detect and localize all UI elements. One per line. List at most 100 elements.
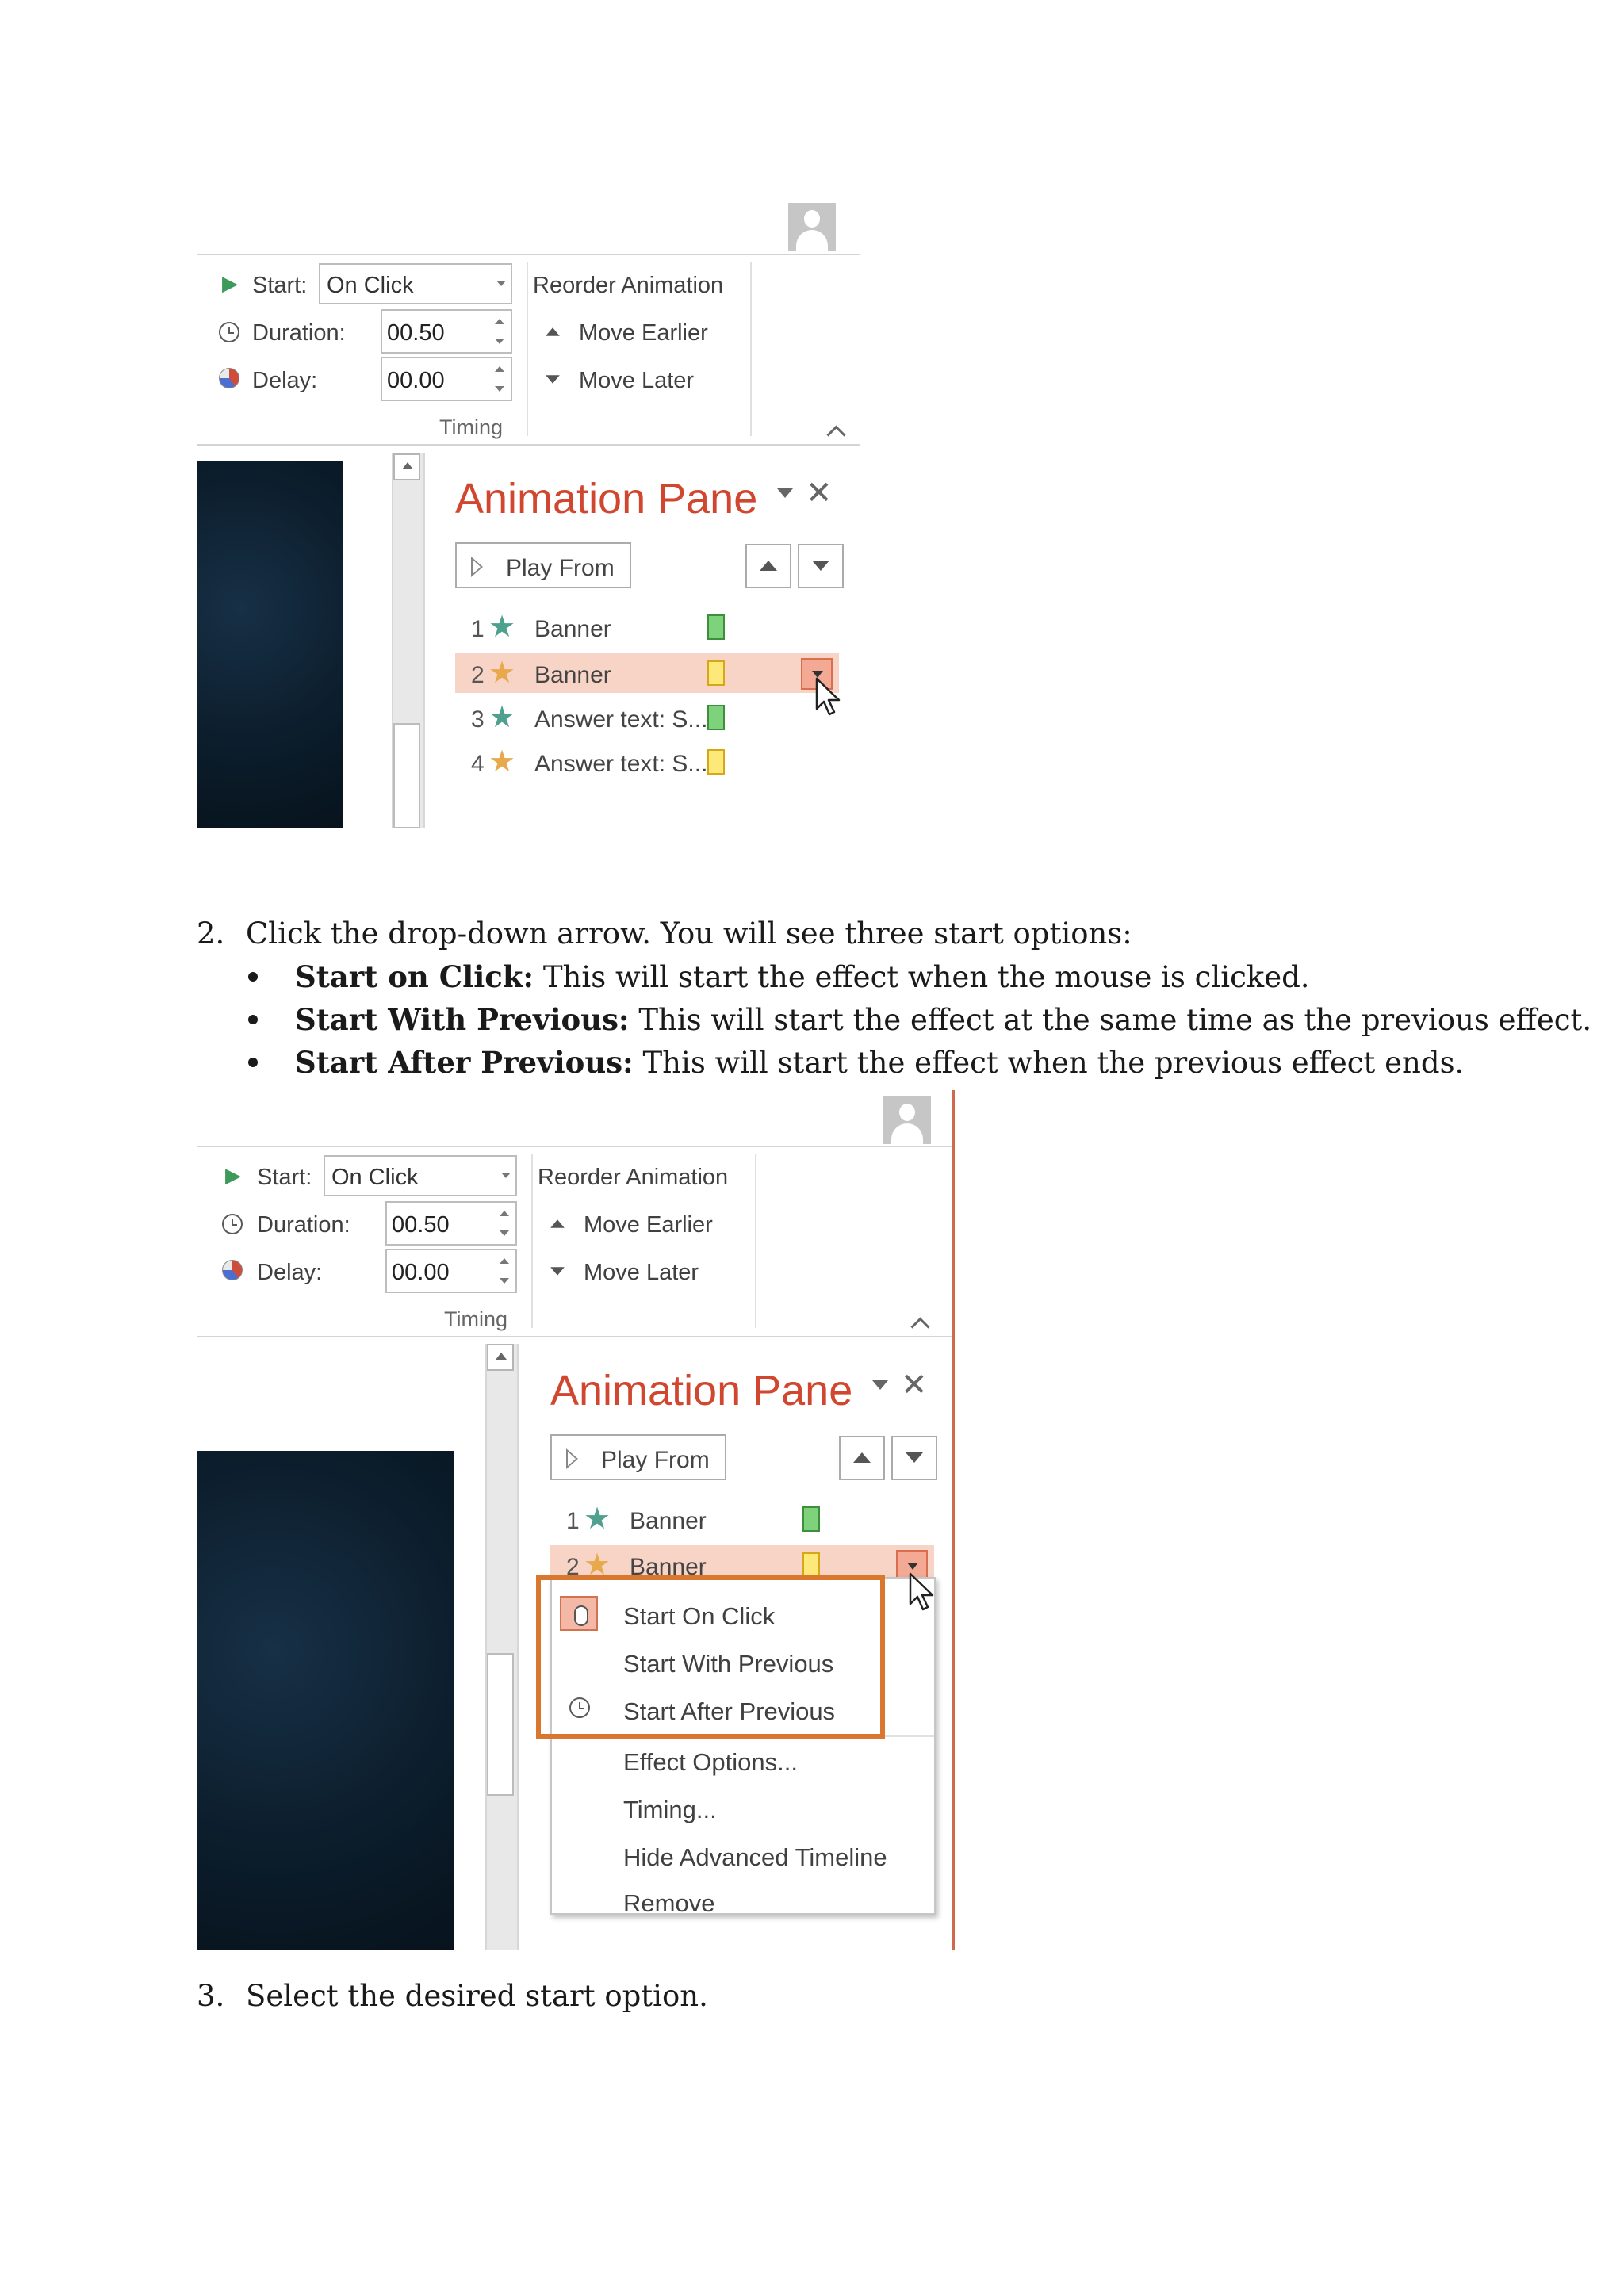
move-up-button[interactable] (745, 544, 791, 588)
move-earlier-button[interactable]: Move Earlier (579, 322, 708, 345)
animation-row[interactable]: 1 ★ Banner (455, 607, 839, 647)
animation-row-selected[interactable]: 2 ★ Banner (455, 653, 839, 693)
spin-up-icon[interactable] (500, 1258, 509, 1264)
move-down-button[interactable] (891, 1436, 937, 1480)
reorder-animation-label: Reorder Animation (538, 1165, 729, 1190)
start-play-icon: ▶ (222, 271, 238, 295)
delay-label: Delay: (257, 1260, 323, 1285)
row-number: 3 (471, 706, 485, 733)
arrow-up-icon (760, 561, 777, 571)
duration-value: 00.50 (392, 1212, 450, 1238)
slide-thumbnail[interactable] (197, 461, 343, 828)
play-from-button[interactable]: Play From (550, 1434, 726, 1480)
pane-options-icon[interactable] (777, 488, 793, 498)
collapse-ribbon-icon[interactable] (910, 1317, 930, 1337)
animation-pane-title: Animation Pane (455, 475, 758, 522)
duration-clock-icon (219, 322, 239, 342)
spin-down-icon[interactable] (500, 1230, 509, 1236)
menu-effect-options[interactable]: Effect Options... (623, 1748, 798, 1777)
duration-spinner[interactable]: 00.50 (385, 1201, 517, 1246)
user-avatar-icon[interactable] (883, 1096, 931, 1147)
bullet-item: Start With Previous: This will start the… (295, 1002, 1591, 1038)
arrow-up-icon (853, 1452, 871, 1463)
move-later-button[interactable]: Move Later (584, 1261, 699, 1284)
star-effect-icon: ★ (488, 701, 516, 734)
delay-spinner[interactable]: 00.00 (385, 1249, 517, 1293)
start-combo[interactable]: On Click (324, 1155, 517, 1196)
row-number: 1 (471, 616, 485, 642)
delay-icon (219, 368, 239, 388)
menu-timing[interactable]: Timing... (623, 1796, 717, 1824)
spin-down-icon[interactable] (495, 339, 504, 344)
duration-label: Duration: (257, 1212, 350, 1238)
move-earlier-button[interactable]: Move Earlier (584, 1214, 713, 1237)
timeline-swatch (802, 1506, 820, 1532)
vertical-scrollbar[interactable] (485, 1344, 519, 1950)
slide-thumbnail[interactable] (197, 1451, 454, 1950)
scroll-up-button[interactable] (487, 1344, 514, 1371)
spin-down-icon[interactable] (500, 1278, 509, 1284)
spin-up-icon[interactable] (500, 1211, 509, 1216)
close-icon[interactable]: ✕ (806, 477, 833, 509)
move-later-icon (546, 375, 560, 384)
play-icon (566, 1448, 578, 1469)
mouse-cursor-icon (815, 677, 841, 716)
animation-row[interactable]: 1 ★ Banner (550, 1499, 934, 1539)
bullet-term: Start After Previous: (295, 1045, 634, 1080)
combo-dropdown-icon (501, 1173, 511, 1178)
timeline-swatch (707, 614, 725, 640)
play-from-button[interactable]: Play From (455, 542, 631, 588)
start-combo[interactable]: On Click (319, 263, 512, 304)
scrollbar-thumb[interactable] (393, 723, 420, 828)
step-3-number: 3. (197, 1979, 225, 2013)
row-name: Banner (534, 616, 611, 642)
menu-hide-advanced-timeline[interactable]: Hide Advanced Timeline (623, 1843, 887, 1872)
timing-group-label: Timing (444, 1307, 508, 1331)
spin-up-icon[interactable] (495, 366, 504, 372)
arrow-down-icon (906, 1452, 923, 1463)
animation-pane-title: Animation Pane (550, 1367, 853, 1414)
timeline-swatch (707, 705, 725, 730)
row-number: 4 (471, 751, 485, 777)
bullet-item: Start on Click: This will start the effe… (295, 959, 1310, 995)
menu-remove[interactable]: Remove (623, 1889, 714, 1918)
duration-value: 00.50 (387, 320, 445, 346)
screenshot-start-menu: ▶ Start: On Click Duration: 00.50 Delay:… (197, 1090, 955, 1950)
start-label: Start: (257, 1165, 312, 1190)
spin-down-icon[interactable] (495, 386, 504, 392)
animation-row[interactable]: 4 ★ Answer text: S... (455, 742, 839, 782)
row-name: Banner (630, 1508, 707, 1534)
start-label: Start: (252, 273, 308, 298)
row-number: 1 (566, 1508, 580, 1534)
combo-dropdown-icon (496, 281, 506, 286)
timeline-swatch (707, 660, 725, 686)
move-up-button[interactable] (839, 1436, 885, 1480)
duration-spinner[interactable]: 00.50 (381, 309, 512, 354)
play-from-label: Play From (601, 1447, 710, 1473)
star-effect-icon: ★ (488, 656, 516, 690)
vertical-scrollbar[interactable] (392, 453, 425, 828)
reorder-animation-label: Reorder Animation (533, 273, 724, 298)
row-name: Answer text: S... (534, 706, 708, 733)
collapse-ribbon-icon[interactable] (826, 425, 846, 445)
bullet-term: Start on Click: (295, 959, 534, 994)
pane-options-icon[interactable] (872, 1380, 888, 1390)
scroll-up-button[interactable] (393, 453, 420, 480)
timeline-swatch (707, 749, 725, 775)
scrollbar-thumb[interactable] (487, 1653, 514, 1796)
close-icon[interactable]: ✕ (901, 1369, 928, 1401)
move-later-button[interactable]: Move Later (579, 369, 694, 392)
user-avatar-icon[interactable] (788, 203, 836, 254)
row-number: 2 (471, 662, 485, 688)
delay-icon (222, 1260, 243, 1280)
animation-row[interactable]: 3 ★ Answer text: S... (455, 698, 839, 737)
screenshot-animation-pane: ▶ Start: On Click Duration: 00.50 Delay:… (197, 198, 860, 828)
duration-label: Duration: (252, 320, 346, 346)
bullet-desc: This will start the effect at the same t… (638, 1003, 1592, 1037)
bullet-dot (248, 972, 258, 982)
move-down-button[interactable] (798, 544, 844, 588)
delay-spinner[interactable]: 00.00 (381, 357, 512, 401)
play-from-label: Play From (506, 555, 615, 581)
spin-up-icon[interactable] (495, 319, 504, 324)
star-effect-icon: ★ (488, 610, 516, 644)
